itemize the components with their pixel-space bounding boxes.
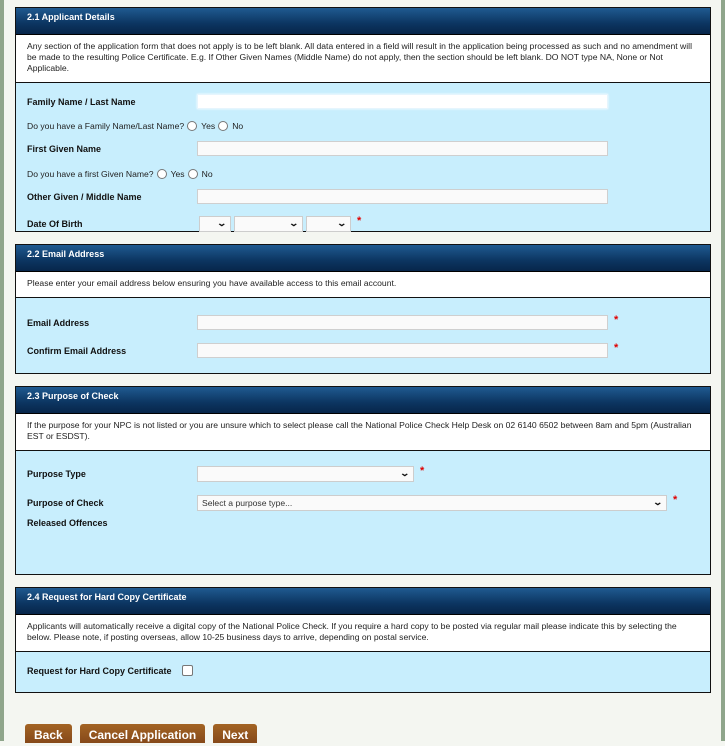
first-given-name-label: First Given Name — [27, 143, 102, 154]
confirm-email-input[interactable] — [197, 343, 608, 358]
section-description: If the purpose for your NPC is not liste… — [16, 414, 710, 451]
confirm-email-label: Confirm Email Address — [27, 345, 127, 356]
family-name-input[interactable] — [197, 94, 608, 109]
section-title: 2.4 Request for Hard Copy Certificate — [16, 588, 710, 615]
chevron-down-icon: ⌄ — [336, 218, 348, 228]
first-given-no-radio[interactable] — [187, 168, 198, 179]
family-name-question: Do you have a Family Name/Last Name? — [27, 120, 185, 131]
first-given-question: Do you have a first Given Name? — [27, 168, 154, 179]
window-frame-right — [721, 0, 725, 741]
section-purpose-of-check: 2.3 Purpose of Check If the purpose for … — [15, 386, 711, 575]
middle-name-input[interactable] — [197, 189, 608, 204]
dob-day-select[interactable]: ⌄ — [199, 215, 231, 232]
hard-copy-label: Request for Hard Copy Certificate — [27, 665, 172, 676]
released-offences-label: Released Offences — [27, 518, 108, 528]
application-form: 2.1 Applicant Details Any section of the… — [15, 7, 711, 693]
first-given-yes-radio[interactable] — [156, 168, 167, 179]
required-asterisk: * — [420, 464, 425, 477]
form-actions: Back Cancel Application Next — [25, 724, 258, 743]
chevron-down-icon: ⌄ — [288, 218, 300, 228]
email-label: Email Address — [27, 317, 90, 328]
required-asterisk: * — [357, 214, 362, 227]
dob-label: Date Of Birth — [27, 218, 83, 229]
purpose-type-select[interactable]: ⌄ — [197, 465, 414, 482]
section-title: 2.3 Purpose of Check — [16, 387, 710, 414]
purpose-of-check-label: Purpose of Check — [27, 497, 104, 508]
chevron-down-icon: ⌄ — [399, 468, 411, 478]
first-given-yes-label: Yes — [170, 168, 185, 179]
section-description: Any section of the application form that… — [16, 35, 710, 83]
family-name-label: Family Name / Last Name — [27, 96, 136, 107]
family-name-no-label: No — [232, 120, 244, 131]
required-asterisk: * — [614, 341, 619, 354]
middle-name-label: Other Given / Middle Name — [27, 191, 142, 202]
section-email-address: 2.2 Email Address Please enter your emai… — [15, 244, 711, 374]
chevron-down-icon: ⌄ — [216, 218, 228, 228]
next-button[interactable]: Next — [213, 724, 258, 743]
cancel-application-button[interactable]: Cancel Application — [79, 724, 206, 743]
hard-copy-checkbox[interactable] — [181, 665, 193, 676]
family-name-yes-label: Yes — [201, 120, 216, 131]
window-frame-left — [0, 0, 4, 741]
purpose-type-label: Purpose Type — [27, 468, 86, 479]
purpose-of-check-select[interactable]: Select a purpose type... ⌄ — [197, 494, 667, 511]
required-asterisk: * — [673, 493, 678, 506]
back-button[interactable]: Back — [25, 724, 72, 743]
dob-month-select[interactable]: ⌄ — [234, 215, 303, 232]
chevron-down-icon: ⌄ — [652, 497, 664, 507]
required-asterisk: * — [614, 313, 619, 326]
family-name-yes-radio[interactable] — [187, 120, 198, 131]
section-description: Applicants will automatically receive a … — [16, 615, 710, 652]
section-description: Please enter your email address below en… — [16, 272, 710, 298]
email-input[interactable] — [197, 315, 608, 330]
section-title: 2.1 Applicant Details — [16, 8, 710, 35]
section-applicant-details: 2.1 Applicant Details Any section of the… — [15, 7, 711, 232]
family-name-no-radio[interactable] — [218, 120, 229, 131]
first-given-no-label: No — [201, 168, 213, 179]
dob-year-select[interactable]: ⌄ — [306, 215, 351, 232]
section-title: 2.2 Email Address — [16, 245, 710, 272]
section-hard-copy: 2.4 Request for Hard Copy Certificate Ap… — [15, 587, 711, 693]
first-given-name-input[interactable] — [197, 141, 608, 156]
